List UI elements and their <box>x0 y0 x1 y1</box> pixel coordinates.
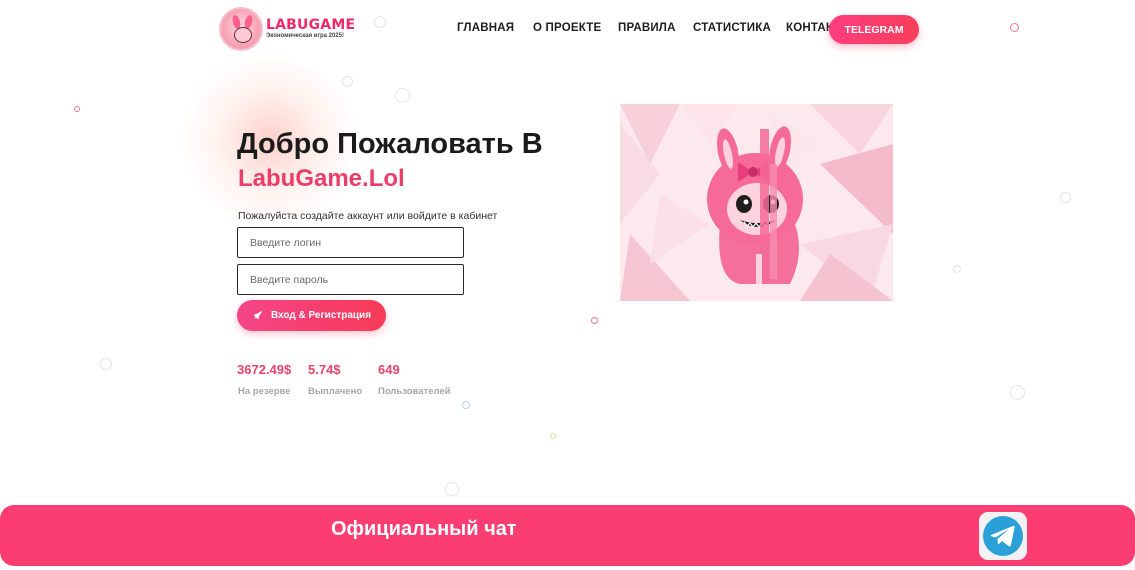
official-chat-bar[interactable] <box>0 505 1135 566</box>
stat-paid-value: 5.74$ <box>308 362 341 377</box>
background-bubble <box>550 433 556 439</box>
background-bubble <box>74 106 80 112</box>
logo-tagline: Экономическая игра 2025! <box>266 33 344 39</box>
background-bubble <box>462 401 470 409</box>
stat-users-label: Пользователей <box>378 386 451 397</box>
background-bubble <box>591 317 598 324</box>
background-bubble <box>1010 23 1019 32</box>
login-register-label: Вход & Регистрация <box>270 310 372 321</box>
login-register-button[interactable]: Вход & Регистрация <box>237 300 386 331</box>
nav-item-home[interactable]: ГЛАВНАЯ <box>457 22 514 34</box>
nav-item-rules[interactable]: ПРАВИЛА <box>618 22 676 34</box>
password-input[interactable] <box>237 264 464 295</box>
background-bubble <box>953 265 961 273</box>
telegram-icon[interactable] <box>979 512 1027 560</box>
telegram-button[interactable]: TELEGRAM <box>829 15 919 44</box>
background-bubble <box>374 16 386 28</box>
background-bubble <box>1010 385 1025 400</box>
page-title: Добро Пожаловать В <box>237 128 543 160</box>
logo-mascot-icon <box>219 7 263 51</box>
nav-item-statistics[interactable]: СТАТИСТИКА <box>693 22 771 34</box>
background-bubble <box>395 88 410 103</box>
hero-mascot-image <box>620 104 893 301</box>
background-bubble <box>342 76 353 87</box>
hero-subtitle: Пожалуйста создайте аккаунт или войдите … <box>238 210 498 222</box>
stat-paid-label: Выплачено <box>308 386 363 397</box>
background-bubble <box>100 358 112 370</box>
background-bubble <box>1060 192 1071 203</box>
site-logo[interactable]: LABUGAME Экономическая игра 2025! <box>219 7 355 51</box>
hero-brand-name: LabuGame.Lol <box>238 165 405 192</box>
rocket-icon <box>253 310 263 320</box>
stat-users-value: 649 <box>378 362 400 377</box>
logo-title: LABUGAME <box>266 17 356 33</box>
login-input[interactable] <box>237 227 464 258</box>
nav-item-about[interactable]: О ПРОЕКТЕ <box>533 22 601 34</box>
background-bubble <box>445 482 459 496</box>
stat-reserve-value: 3672.49$ <box>237 362 292 377</box>
official-chat-title: Официальный чат <box>331 518 517 540</box>
stat-reserve-label: На резерве <box>238 386 291 397</box>
